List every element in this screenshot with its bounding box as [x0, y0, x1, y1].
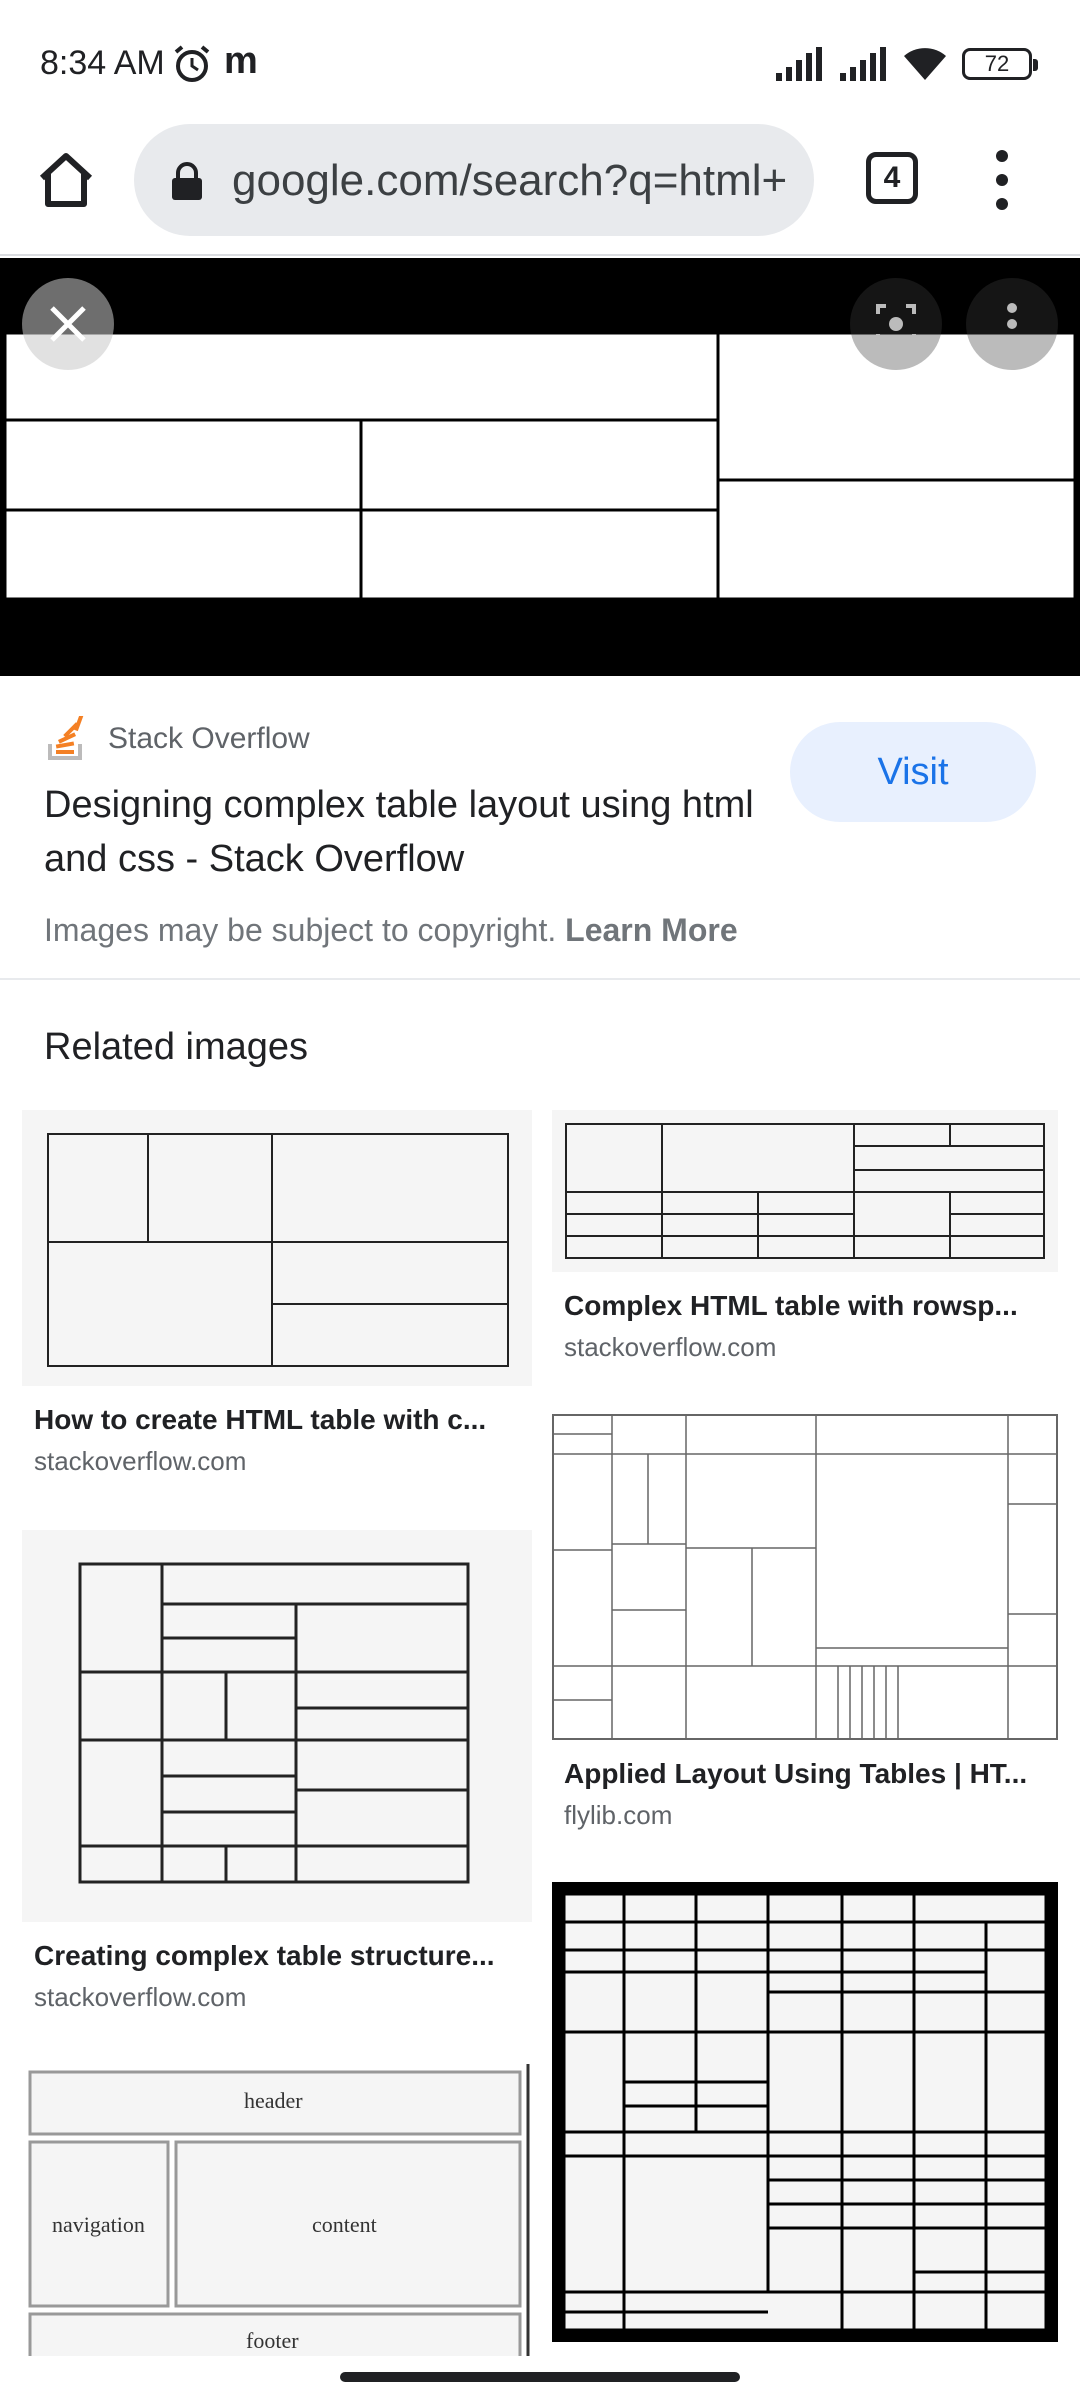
close-icon	[50, 306, 86, 342]
related-thumbnail[interactable]	[22, 1110, 532, 1386]
preview-image[interactable]	[4, 332, 1076, 600]
related-card[interactable]: How to create HTML table with c... stack…	[22, 1110, 532, 1477]
header-label: header	[244, 2088, 303, 2113]
related-thumbnail[interactable]: header navigation content footer	[22, 2064, 532, 2356]
status-icons: 72	[774, 44, 1038, 84]
related-card[interactable]: Creating complex table structure... stac…	[22, 1530, 532, 2013]
related-thumbnail[interactable]	[552, 1414, 1058, 1740]
related-card[interactable]: Applied Layout Using Tables | HT... flyl…	[552, 1414, 1058, 1831]
related-thumbnail[interactable]	[552, 1882, 1058, 2342]
related-source: stackoverflow.com	[34, 1982, 247, 2012]
wifi-icon	[904, 48, 946, 80]
lock-icon	[172, 162, 202, 200]
more-vert-icon[interactable]	[982, 144, 1022, 216]
source-name: Stack Overflow	[108, 722, 310, 755]
app-indicator: m	[224, 40, 258, 82]
related-source: stackoverflow.com	[564, 1332, 777, 1362]
related-images-heading: Related images	[44, 1026, 309, 1068]
url-text: google.com/search?q=html+	[232, 156, 788, 205]
lens-button[interactable]	[850, 278, 942, 370]
related-title: How to create HTML table with c...	[34, 1404, 487, 1435]
address-bar[interactable]: google.com/search?q=html+	[134, 124, 814, 236]
learn-more-link[interactable]: Learn More	[565, 912, 737, 948]
related-card[interactable]: header navigation content footer	[22, 2064, 532, 2356]
tab-count: 4	[883, 161, 901, 194]
status-bar: 8:34 AM m 72	[0, 0, 1080, 120]
copyright-notice: Images may be subject to copyright. Lear…	[44, 912, 738, 949]
related-card[interactable]: Complex HTML table with rowsp... stackov…	[552, 1110, 1058, 1363]
battery-icon: 72	[962, 48, 1038, 80]
battery-level: 72	[984, 51, 1010, 76]
related-card[interactable]	[552, 1882, 1058, 2342]
close-button[interactable]	[22, 278, 114, 370]
home-indicator[interactable]	[340, 2372, 740, 2382]
signal-icon-2	[840, 47, 886, 81]
navigation-label: navigation	[52, 2212, 145, 2237]
related-source: flylib.com	[564, 1800, 673, 1830]
browser-toolbar: google.com/search?q=html+ 4	[0, 120, 1080, 256]
related-title: Applied Layout Using Tables | HT...	[564, 1758, 1028, 1789]
home-icon[interactable]	[34, 148, 98, 212]
signal-icon	[776, 47, 822, 81]
footer-label: footer	[246, 2328, 299, 2353]
tab-switcher-button[interactable]: 4	[866, 152, 918, 204]
lens-icon	[876, 304, 916, 344]
status-time: 8:34 AM	[40, 44, 165, 82]
related-thumbnail[interactable]	[552, 1110, 1058, 1272]
copyright-text: Images may be subject to copyright.	[44, 912, 557, 948]
related-source: stackoverflow.com	[34, 1446, 247, 1476]
result-title[interactable]: Designing complex table layout using htm…	[44, 778, 764, 886]
related-title: Creating complex table structure...	[34, 1940, 495, 1971]
related-thumbnail[interactable]	[22, 1530, 532, 1922]
related-title: Complex HTML table with rowsp...	[564, 1290, 1018, 1321]
stack-overflow-logo-icon	[48, 716, 84, 760]
content-label: content	[312, 2212, 377, 2237]
viewer-more-button[interactable]	[966, 278, 1058, 370]
more-vert-icon	[1007, 303, 1017, 345]
alarm-icon	[174, 45, 210, 82]
divider	[0, 978, 1080, 980]
visit-button[interactable]: Visit	[790, 722, 1036, 822]
source-row: Stack Overflow	[44, 716, 310, 762]
